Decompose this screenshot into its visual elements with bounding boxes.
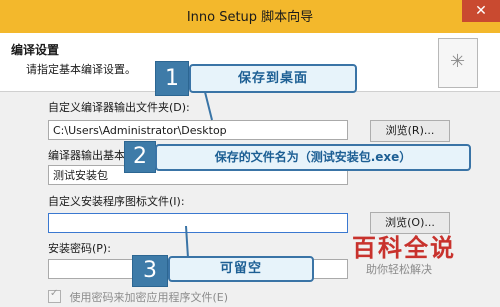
callout-2-number: 2 <box>124 141 156 173</box>
callout-3-number: 3 <box>132 255 168 287</box>
watermark-logo: 百科全说 <box>352 234 456 262</box>
watermark-tagline: 助你轻松解决 <box>366 263 432 276</box>
callout-3-pointer <box>185 225 189 259</box>
callout-1-pointer <box>204 91 213 121</box>
callout-3-text: 可留空 <box>168 256 314 282</box>
callout-1-number: 1 <box>155 61 189 96</box>
callout-2-text: 保存的文件名为（测试安装包.exe） <box>155 144 471 171</box>
callout-1-text: 保存到桌面 <box>189 64 357 93</box>
